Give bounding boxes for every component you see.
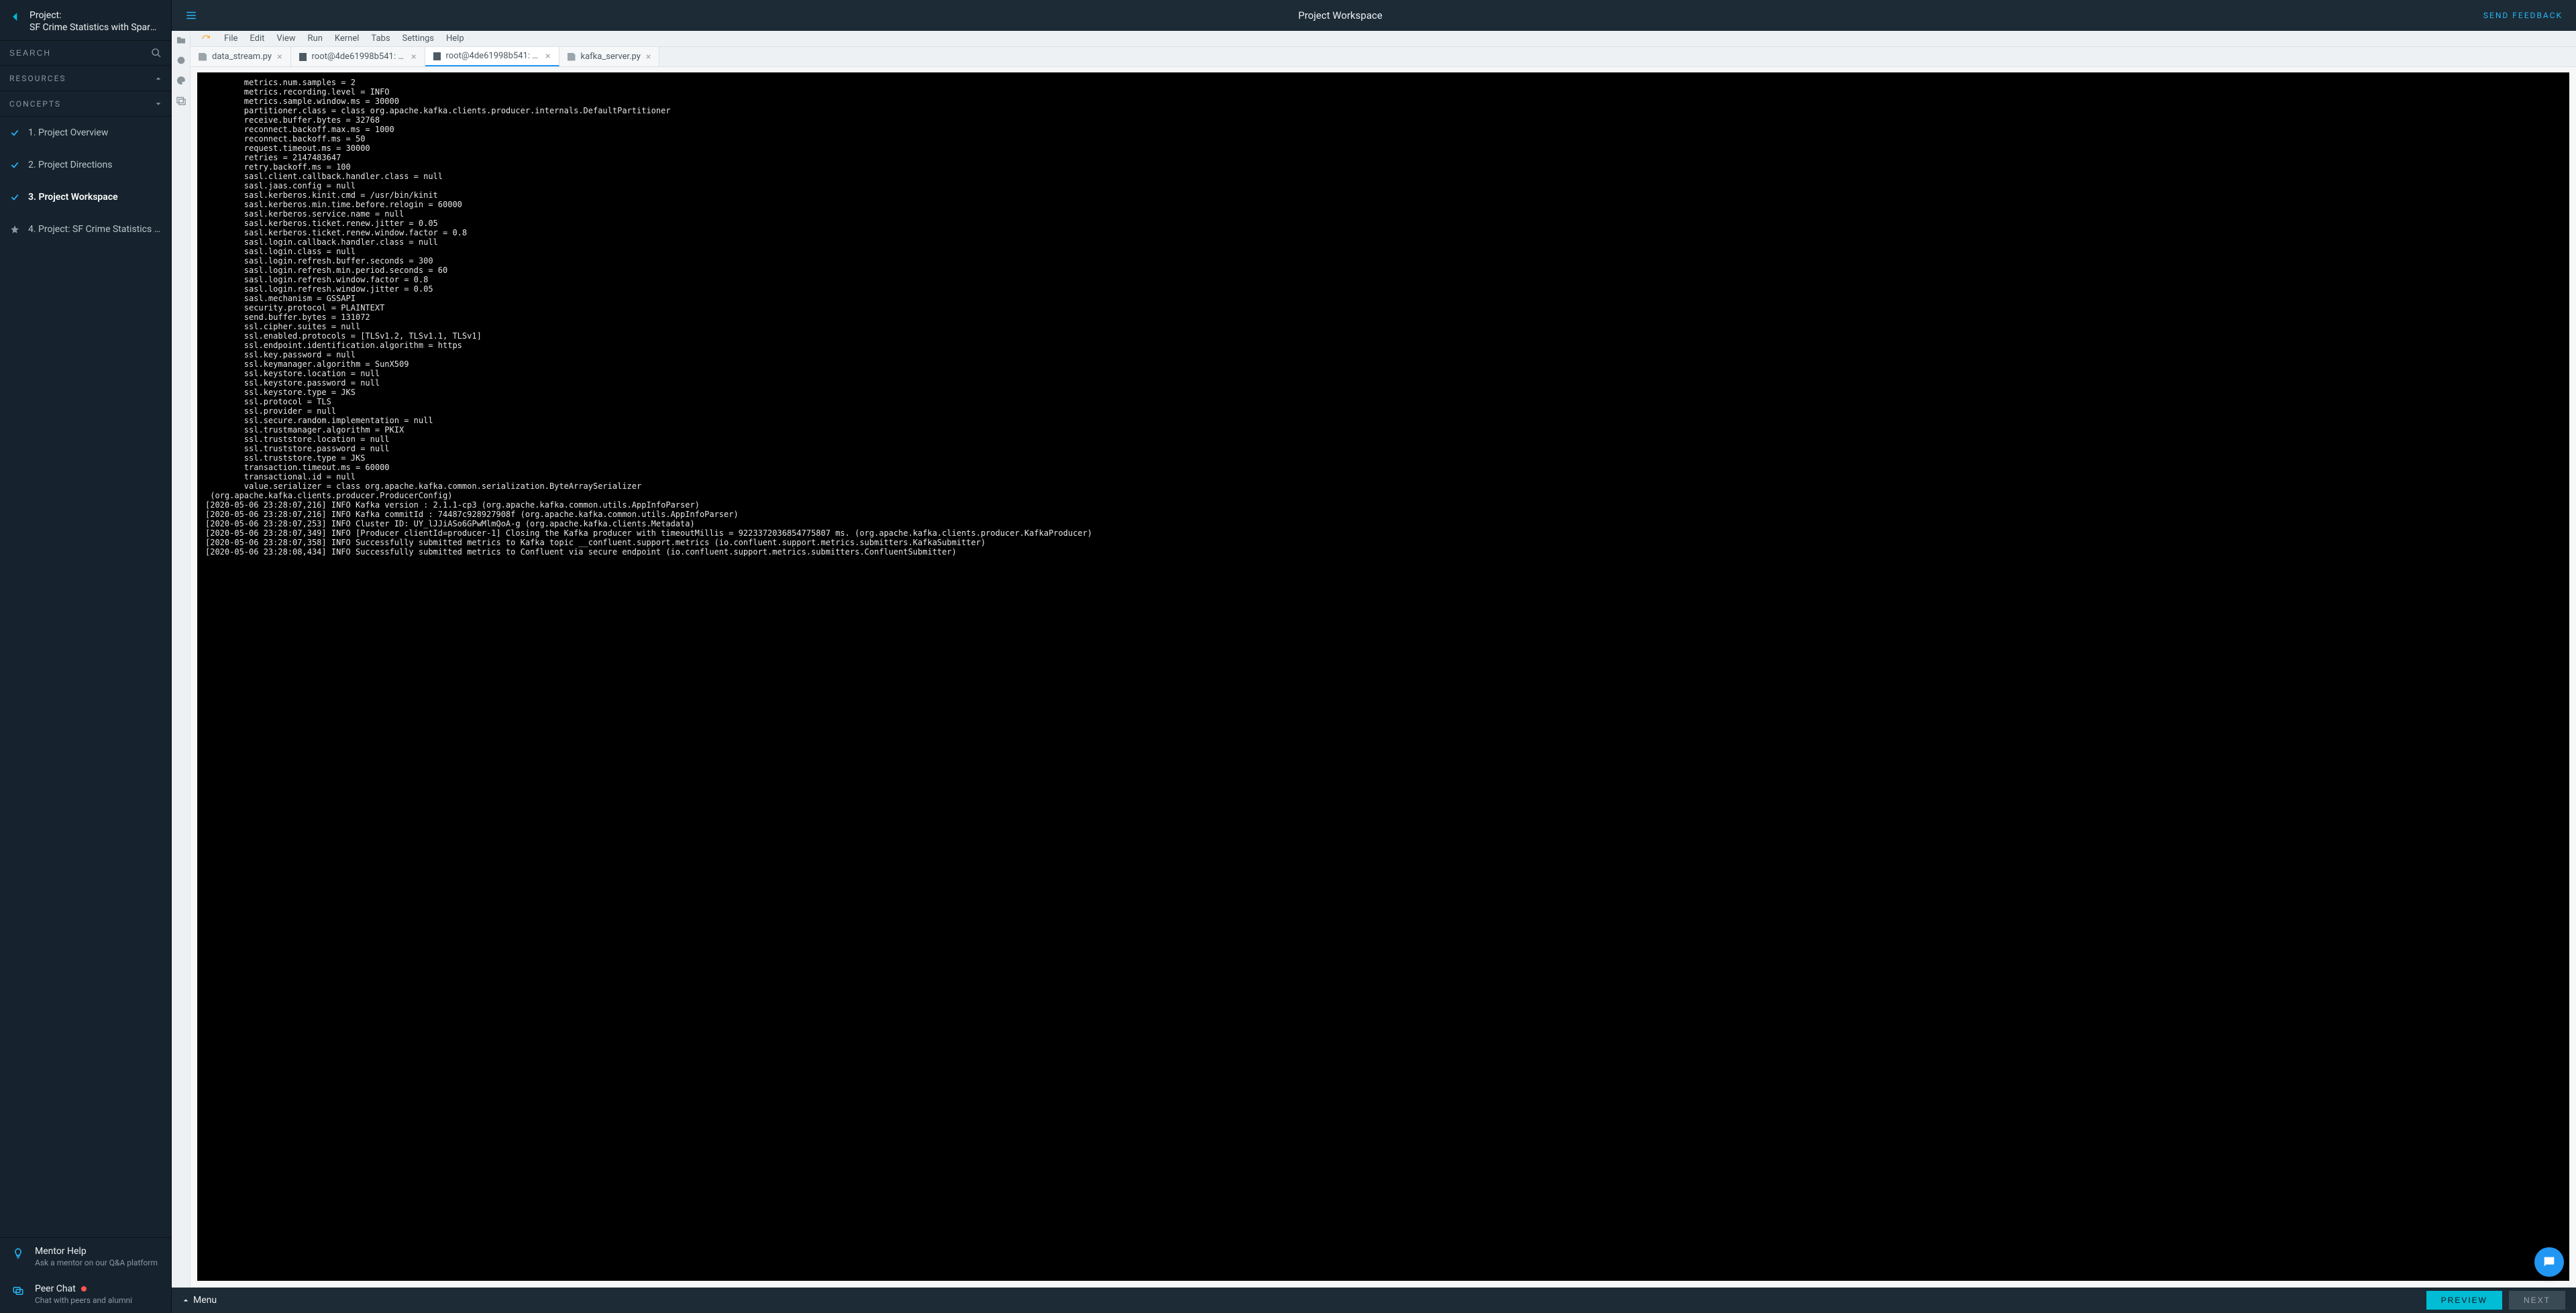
resources-header[interactable]: RESOURCES (0, 66, 171, 91)
file-icon (568, 53, 576, 61)
bulb-icon (12, 1247, 24, 1259)
close-icon[interactable]: × (545, 52, 550, 61)
back-arrow-icon[interactable] (9, 11, 21, 23)
next-button[interactable]: NEXT (2509, 1291, 2565, 1310)
ide-activity-bar (172, 31, 191, 1288)
sidebar-item-2[interactable]: 3. Project Workspace (0, 181, 171, 213)
chevron-down-icon (155, 101, 162, 107)
tab-2[interactable]: root@4de61998b541: /hor × (425, 47, 559, 66)
sidebar-item-3[interactable]: 4. Project: SF Crime Statistics with Sp.… (0, 213, 171, 245)
tab-label: kafka_server.py (581, 52, 641, 62)
menu-help[interactable]: Help (446, 34, 464, 44)
tab-1[interactable]: root@4de61998b541: /hor × (291, 47, 425, 66)
tabs-icon[interactable] (176, 95, 186, 106)
concepts-label: CONCEPTS (9, 99, 61, 109)
star-icon (9, 224, 20, 235)
send-feedback-link[interactable]: SEND FEEDBACK (2483, 11, 2563, 20)
sidebar-item-label: 1. Project Overview (28, 127, 108, 138)
sidebar-item-label: 4. Project: SF Crime Statistics with Sp.… (28, 224, 162, 235)
sidebar: Project: SF Crime Statistics with Spark … (0, 0, 172, 1313)
page-title: Project Workspace (197, 9, 2483, 21)
footer-item-0[interactable]: Mentor HelpAsk a mentor on our Q&A platf… (0, 1238, 171, 1275)
menu-settings[interactable]: Settings (402, 34, 434, 44)
footer-sub: Ask a mentor on our Q&A platform (35, 1258, 158, 1267)
sidebar-item-1[interactable]: 2. Project Directions (0, 149, 171, 181)
close-icon[interactable]: × (411, 52, 416, 62)
sidebar-item-0[interactable]: 1. Project Overview (0, 117, 171, 149)
close-icon[interactable]: × (277, 52, 282, 62)
tab-0[interactable]: data_stream.py × (191, 47, 291, 66)
reload-icon[interactable] (201, 34, 211, 44)
tab-label: data_stream.py (212, 52, 272, 62)
project-name: SF Crime Statistics with Spark Stre... (30, 21, 157, 34)
check-icon (9, 160, 20, 170)
menu-edit[interactable]: Edit (250, 34, 264, 44)
chat-icon (2542, 1255, 2557, 1269)
topbar: Project Workspace SEND FEEDBACK (172, 0, 2576, 31)
check-icon (9, 127, 20, 138)
tab-label: root@4de61998b541: /hor (446, 51, 541, 61)
ide-menubar: File Edit View Run Kernel Tabs Settings Help (191, 31, 2576, 47)
footer-sub: Chat with peers and alumni (35, 1296, 132, 1305)
menu-button[interactable]: Menu (182, 1295, 217, 1306)
terminal-wrap: metrics.num.samples = 2 metrics.recordin… (191, 67, 2576, 1288)
notification-dot-icon (81, 1286, 87, 1292)
terminal-icon (299, 53, 307, 61)
close-icon[interactable]: × (646, 52, 651, 62)
bottombar: Menu PREVIEW NEXT (172, 1288, 2576, 1313)
tab-3[interactable]: kafka_server.py × (559, 47, 660, 66)
sidebar-item-label: 3. Project Workspace (28, 192, 118, 203)
terminal-icon (433, 52, 441, 60)
footer-title: Peer Chat (35, 1283, 132, 1294)
concepts-header[interactable]: CONCEPTS (0, 91, 171, 117)
caret-up-icon (182, 1297, 189, 1304)
terminal-output[interactable]: metrics.num.samples = 2 metrics.recordin… (197, 72, 2569, 1281)
footer-item-1[interactable]: Peer Chat Chat with peers and alumni (0, 1275, 171, 1313)
tab-label: root@4de61998b541: /hor (312, 52, 407, 62)
ide-main: File Edit View Run Kernel Tabs Settings Help da… (191, 31, 2576, 1288)
running-icon[interactable] (176, 55, 186, 66)
chat-icon (12, 1285, 24, 1297)
tabstrip: data_stream.py×root@4de61998b541: /hor×r… (191, 47, 2576, 67)
project-label: Project: (30, 9, 157, 21)
menu-run[interactable]: Run (308, 34, 323, 44)
search-icon[interactable] (151, 48, 162, 58)
menu-tabs[interactable]: Tabs (371, 34, 390, 44)
palette-icon[interactable] (176, 75, 186, 86)
footer-title: Mentor Help (35, 1246, 158, 1257)
main: Project Workspace SEND FEEDBACK File Edit… (172, 0, 2576, 1313)
sidebar-item-label: 2. Project Directions (28, 160, 113, 170)
sidebar-footer: Mentor HelpAsk a mentor on our Q&A platf… (0, 1237, 171, 1313)
sidebar-header: Project: SF Crime Statistics with Spark … (0, 0, 171, 40)
check-icon (9, 192, 20, 203)
menu-label: Menu (193, 1295, 217, 1306)
menu-kernel[interactable]: Kernel (335, 34, 360, 44)
chat-fab[interactable] (2534, 1247, 2564, 1277)
concepts-list: 1. Project Overview 2. Project Directions… (0, 117, 171, 245)
folder-icon[interactable] (176, 35, 186, 46)
chevron-up-icon (155, 75, 162, 82)
file-icon (199, 53, 207, 61)
resources-label: RESOURCES (9, 74, 66, 83)
search-row (0, 40, 171, 66)
hamburger-icon[interactable] (185, 9, 197, 21)
menu-file[interactable]: File (224, 34, 237, 44)
ide: File Edit View Run Kernel Tabs Settings Help da… (172, 31, 2576, 1288)
search-input[interactable] (9, 48, 151, 58)
preview-button[interactable]: PREVIEW (2426, 1291, 2502, 1310)
menu-view[interactable]: View (276, 34, 295, 44)
